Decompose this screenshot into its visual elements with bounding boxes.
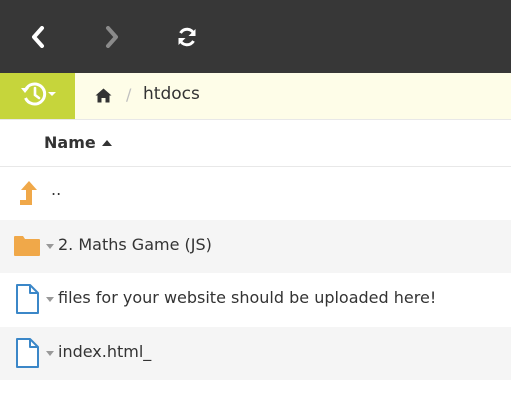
history-button[interactable] bbox=[0, 73, 75, 119]
breadcrumb: / htdocs bbox=[0, 73, 511, 120]
breadcrumb-item-htdocs[interactable]: htdocs bbox=[143, 84, 200, 104]
list-item-parent-directory[interactable]: .. bbox=[0, 167, 511, 220]
forward-button[interactable] bbox=[75, 0, 149, 73]
file-icon bbox=[13, 284, 41, 314]
name-column-label: Name bbox=[44, 133, 96, 152]
home-link[interactable] bbox=[93, 87, 113, 107]
breadcrumb-separator: / bbox=[126, 85, 132, 104]
chevron-right-icon bbox=[105, 25, 119, 48]
back-button[interactable] bbox=[1, 0, 75, 73]
refresh-icon bbox=[176, 26, 198, 48]
history-icon bbox=[20, 81, 56, 111]
dropdown-caret-icon[interactable] bbox=[46, 244, 54, 249]
file-name: .. bbox=[51, 180, 62, 199]
file-name: index.html_ bbox=[58, 342, 152, 361]
dropdown-caret-icon[interactable] bbox=[46, 297, 54, 302]
level-up-icon bbox=[13, 179, 41, 207]
file-name: 2. Maths Game (JS) bbox=[58, 235, 212, 254]
file-name: files for your website should be uploade… bbox=[58, 288, 437, 307]
navigation-toolbar bbox=[0, 0, 511, 73]
list-item-file[interactable]: files for your website should be uploade… bbox=[0, 273, 511, 326]
folder-icon bbox=[13, 232, 41, 260]
chevron-left-icon bbox=[31, 25, 45, 48]
dropdown-caret-icon[interactable] bbox=[46, 351, 54, 356]
sort-ascending-icon bbox=[101, 140, 112, 146]
home-icon bbox=[95, 88, 112, 107]
name-column-sort[interactable]: Name bbox=[44, 133, 112, 152]
column-header: Name bbox=[0, 120, 511, 167]
file-icon bbox=[13, 338, 41, 368]
list-item-file[interactable]: index.html_ bbox=[0, 327, 511, 380]
list-item-folder[interactable]: 2. Maths Game (JS) bbox=[0, 220, 511, 273]
refresh-button[interactable] bbox=[150, 0, 224, 73]
